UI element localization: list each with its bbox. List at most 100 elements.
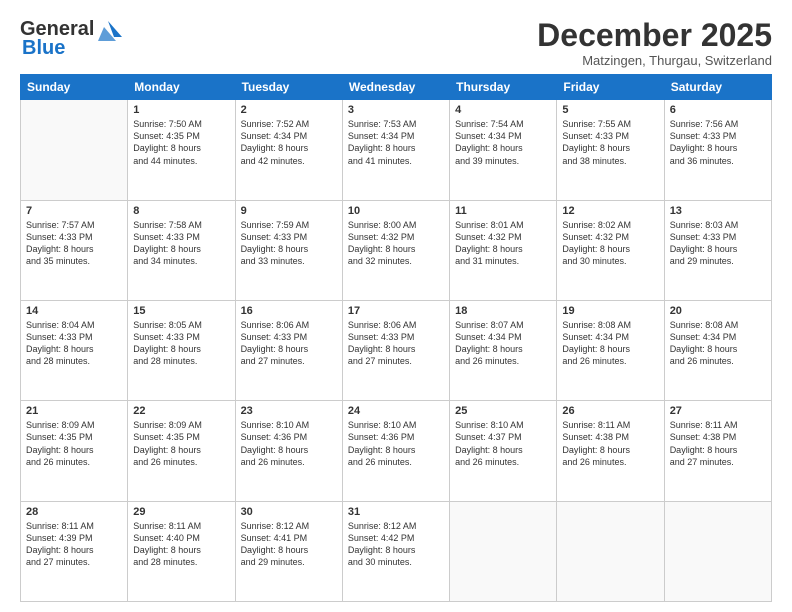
- day-number: 31: [348, 506, 444, 518]
- calendar-cell: 25 Sunrise: 8:10 AM Sunset: 4:37 PM Dayli…: [450, 401, 557, 501]
- weekday-header-friday: Friday: [557, 75, 664, 100]
- day-number: 22: [133, 405, 229, 417]
- calendar-cell: [557, 501, 664, 601]
- calendar-week-1: 7 Sunrise: 7:57 AM Sunset: 4:33 PM Daylig…: [21, 200, 772, 300]
- calendar-cell: 19 Sunrise: 8:08 AM Sunset: 4:34 PM Dayli…: [557, 300, 664, 400]
- day-detail: Sunrise: 8:08 AM Sunset: 4:34 PM Dayligh…: [562, 319, 658, 368]
- calendar-cell: 7 Sunrise: 7:57 AM Sunset: 4:33 PM Daylig…: [21, 200, 128, 300]
- calendar-cell: 13 Sunrise: 8:03 AM Sunset: 4:33 PM Dayli…: [664, 200, 771, 300]
- day-detail: Sunrise: 8:08 AM Sunset: 4:34 PM Dayligh…: [670, 319, 766, 368]
- day-number: 30: [241, 506, 337, 518]
- calendar-cell: 30 Sunrise: 8:12 AM Sunset: 4:41 PM Dayli…: [235, 501, 342, 601]
- day-detail: Sunrise: 7:50 AM Sunset: 4:35 PM Dayligh…: [133, 118, 229, 167]
- day-number: 23: [241, 405, 337, 417]
- day-detail: Sunrise: 8:06 AM Sunset: 4:33 PM Dayligh…: [348, 319, 444, 368]
- day-detail: Sunrise: 7:54 AM Sunset: 4:34 PM Dayligh…: [455, 118, 551, 167]
- header: General Blue December 2025 Matzingen, Th…: [20, 18, 772, 68]
- day-number: 9: [241, 205, 337, 217]
- weekday-header-thursday: Thursday: [450, 75, 557, 100]
- day-number: 5: [562, 104, 658, 116]
- day-number: 7: [26, 205, 122, 217]
- weekday-header-wednesday: Wednesday: [342, 75, 449, 100]
- day-number: 11: [455, 205, 551, 217]
- calendar-cell: 23 Sunrise: 8:10 AM Sunset: 4:36 PM Dayli…: [235, 401, 342, 501]
- calendar-cell: 16 Sunrise: 8:06 AM Sunset: 4:33 PM Dayli…: [235, 300, 342, 400]
- day-detail: Sunrise: 8:07 AM Sunset: 4:34 PM Dayligh…: [455, 319, 551, 368]
- day-detail: Sunrise: 7:52 AM Sunset: 4:34 PM Dayligh…: [241, 118, 337, 167]
- day-number: 2: [241, 104, 337, 116]
- day-detail: Sunrise: 8:03 AM Sunset: 4:33 PM Dayligh…: [670, 219, 766, 268]
- day-number: 29: [133, 506, 229, 518]
- logo-blue: Blue: [20, 37, 65, 60]
- calendar-header-row: SundayMondayTuesdayWednesdayThursdayFrid…: [21, 75, 772, 100]
- calendar-cell: 15 Sunrise: 8:05 AM Sunset: 4:33 PM Dayli…: [128, 300, 235, 400]
- calendar-cell: 1 Sunrise: 7:50 AM Sunset: 4:35 PM Daylig…: [128, 100, 235, 200]
- day-number: 6: [670, 104, 766, 116]
- logo-icon: [94, 19, 122, 41]
- day-number: 10: [348, 205, 444, 217]
- day-number: 12: [562, 205, 658, 217]
- day-number: 28: [26, 506, 122, 518]
- day-number: 27: [670, 405, 766, 417]
- day-detail: Sunrise: 8:09 AM Sunset: 4:35 PM Dayligh…: [26, 419, 122, 468]
- day-detail: Sunrise: 8:06 AM Sunset: 4:33 PM Dayligh…: [241, 319, 337, 368]
- calendar-week-2: 14 Sunrise: 8:04 AM Sunset: 4:33 PM Dayli…: [21, 300, 772, 400]
- day-number: 26: [562, 405, 658, 417]
- day-number: 15: [133, 305, 229, 317]
- day-detail: Sunrise: 8:11 AM Sunset: 4:40 PM Dayligh…: [133, 520, 229, 569]
- day-number: 4: [455, 104, 551, 116]
- day-detail: Sunrise: 8:11 AM Sunset: 4:38 PM Dayligh…: [562, 419, 658, 468]
- day-detail: Sunrise: 7:53 AM Sunset: 4:34 PM Dayligh…: [348, 118, 444, 167]
- day-detail: Sunrise: 8:04 AM Sunset: 4:33 PM Dayligh…: [26, 319, 122, 368]
- day-number: 21: [26, 405, 122, 417]
- calendar-cell: 31 Sunrise: 8:12 AM Sunset: 4:42 PM Dayli…: [342, 501, 449, 601]
- day-number: 13: [670, 205, 766, 217]
- day-detail: Sunrise: 8:10 AM Sunset: 4:36 PM Dayligh…: [241, 419, 337, 468]
- calendar-cell: 3Sunrise: 7:53 AM Sunset: 4:34 PM Daylig…: [342, 100, 449, 200]
- calendar-cell: 24Sunrise: 8:10 AM Sunset: 4:36 PM Dayli…: [342, 401, 449, 501]
- day-number: 17: [348, 305, 444, 317]
- day-detail: Sunrise: 8:10 AM Sunset: 4:36 PM Dayligh…: [348, 419, 444, 468]
- weekday-header-saturday: Saturday: [664, 75, 771, 100]
- day-detail: Sunrise: 8:12 AM Sunset: 4:42 PM Dayligh…: [348, 520, 444, 569]
- calendar-cell: 28 Sunrise: 8:11 AM Sunset: 4:39 PM Dayli…: [21, 501, 128, 601]
- calendar-cell: 18 Sunrise: 8:07 AM Sunset: 4:34 PM Dayli…: [450, 300, 557, 400]
- calendar-cell: 8 Sunrise: 7:58 AM Sunset: 4:33 PM Daylig…: [128, 200, 235, 300]
- day-number: 14: [26, 305, 122, 317]
- location: Matzingen, Thurgau, Switzerland: [537, 53, 772, 68]
- calendar-cell: 11Sunrise: 8:01 AM Sunset: 4:32 PM Dayli…: [450, 200, 557, 300]
- day-detail: Sunrise: 7:56 AM Sunset: 4:33 PM Dayligh…: [670, 118, 766, 167]
- calendar-cell: [21, 100, 128, 200]
- day-detail: Sunrise: 7:58 AM Sunset: 4:33 PM Dayligh…: [133, 219, 229, 268]
- weekday-header-monday: Monday: [128, 75, 235, 100]
- day-detail: Sunrise: 7:59 AM Sunset: 4:33 PM Dayligh…: [241, 219, 337, 268]
- day-detail: Sunrise: 8:10 AM Sunset: 4:37 PM Dayligh…: [455, 419, 551, 468]
- calendar-cell: 9 Sunrise: 7:59 AM Sunset: 4:33 PM Daylig…: [235, 200, 342, 300]
- calendar-cell: 21 Sunrise: 8:09 AM Sunset: 4:35 PM Dayli…: [21, 401, 128, 501]
- logo: General Blue: [20, 18, 122, 60]
- day-number: 8: [133, 205, 229, 217]
- day-number: 25: [455, 405, 551, 417]
- calendar-cell: 22Sunrise: 8:09 AM Sunset: 4:35 PM Dayli…: [128, 401, 235, 501]
- calendar-cell: 10Sunrise: 8:00 AM Sunset: 4:32 PM Dayli…: [342, 200, 449, 300]
- calendar-cell: 2 Sunrise: 7:52 AM Sunset: 4:34 PM Daylig…: [235, 100, 342, 200]
- month-title: December 2025: [537, 18, 772, 53]
- calendar-cell: 12 Sunrise: 8:02 AM Sunset: 4:32 PM Dayli…: [557, 200, 664, 300]
- calendar-cell: 5 Sunrise: 7:55 AM Sunset: 4:33 PM Daylig…: [557, 100, 664, 200]
- calendar-week-4: 28 Sunrise: 8:11 AM Sunset: 4:39 PM Dayli…: [21, 501, 772, 601]
- weekday-header-sunday: Sunday: [21, 75, 128, 100]
- day-detail: Sunrise: 8:11 AM Sunset: 4:39 PM Dayligh…: [26, 520, 122, 569]
- day-number: 1: [133, 104, 229, 116]
- calendar-cell: 29 Sunrise: 8:11 AM Sunset: 4:40 PM Dayli…: [128, 501, 235, 601]
- day-number: 20: [670, 305, 766, 317]
- day-detail: Sunrise: 8:11 AM Sunset: 4:38 PM Dayligh…: [670, 419, 766, 468]
- day-number: 19: [562, 305, 658, 317]
- day-detail: Sunrise: 8:05 AM Sunset: 4:33 PM Dayligh…: [133, 319, 229, 368]
- day-number: 18: [455, 305, 551, 317]
- day-detail: Sunrise: 8:12 AM Sunset: 4:41 PM Dayligh…: [241, 520, 337, 569]
- calendar-cell: 6 Sunrise: 7:56 AM Sunset: 4:33 PM Daylig…: [664, 100, 771, 200]
- day-detail: Sunrise: 7:57 AM Sunset: 4:33 PM Dayligh…: [26, 219, 122, 268]
- day-detail: Sunrise: 7:55 AM Sunset: 4:33 PM Dayligh…: [562, 118, 658, 167]
- day-detail: Sunrise: 8:02 AM Sunset: 4:32 PM Dayligh…: [562, 219, 658, 268]
- day-number: 16: [241, 305, 337, 317]
